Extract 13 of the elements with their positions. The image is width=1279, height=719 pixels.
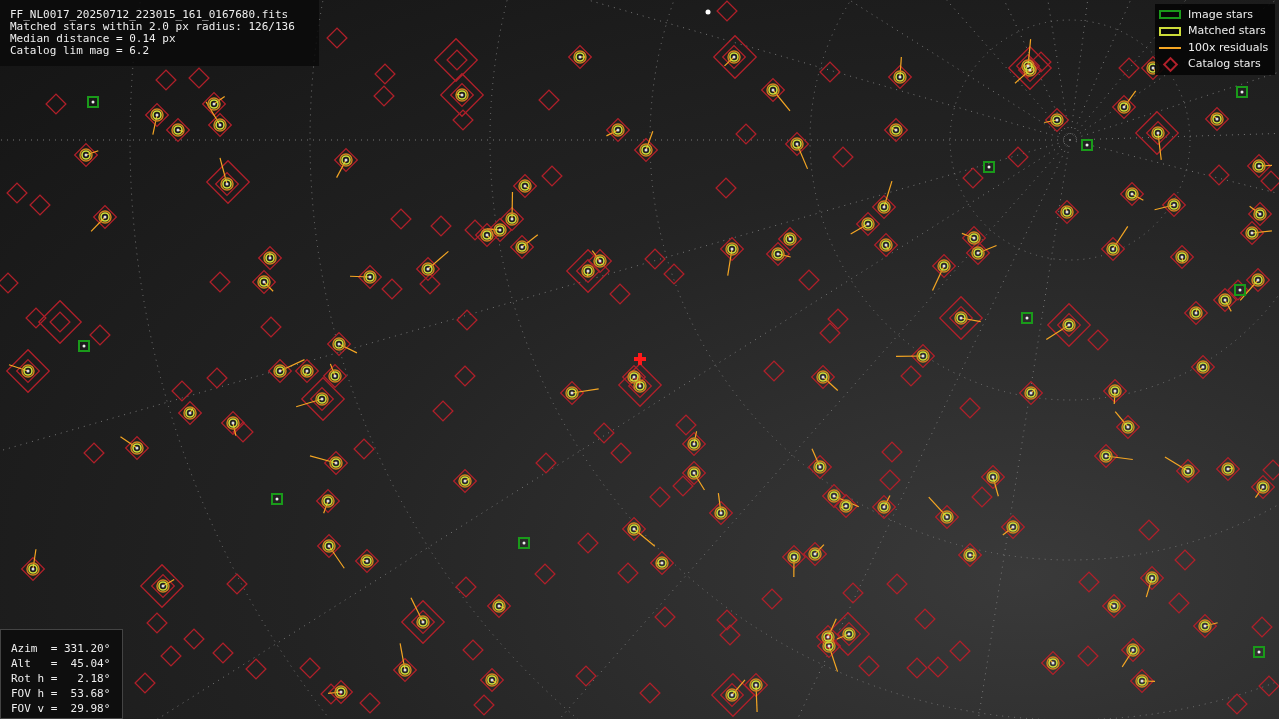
pointing-text: FOV v = 29.98°	[11, 701, 112, 716]
legend-label: Matched stars	[1188, 23, 1266, 39]
legend-label: Catalog stars	[1188, 56, 1261, 72]
info-text: Matched stars within 2.0 px radius: 126/136	[10, 21, 296, 33]
pointing-text: FOV h = 53.68°	[11, 686, 112, 701]
pointing-text: Rot h = 2.18°	[11, 671, 112, 686]
legend-label: 100x residuals	[1188, 39, 1269, 56]
info-text: Median distance = 0.14 px	[10, 33, 177, 45]
info-text: FF_NL0017_20250712_223015_161_0167680.fits	[10, 9, 290, 21]
pointing-text: Alt = 45.04°	[11, 656, 112, 671]
legend-label: Image stars	[1188, 6, 1253, 23]
pointing-text: Azim = 331.20°	[11, 641, 112, 656]
info-text: Catalog lim mag = 6.2	[10, 45, 151, 57]
